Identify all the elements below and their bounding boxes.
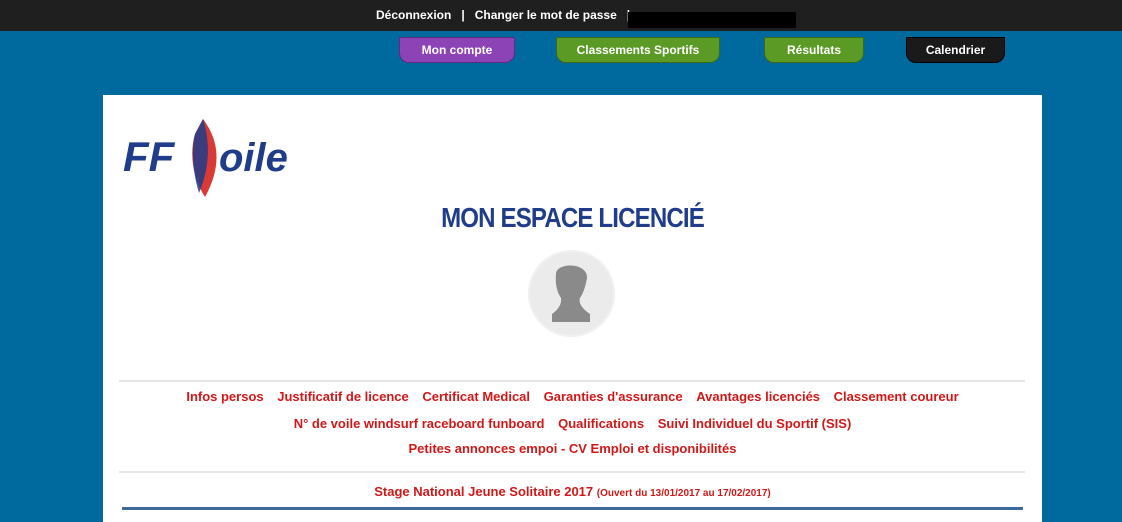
menu-petites-annonces[interactable]: Petites annonces empoi - CV Emploi et di… (409, 441, 737, 456)
separator: | (461, 8, 465, 22)
tab-label: Classements Sportifs (576, 43, 700, 57)
divider (122, 507, 1023, 510)
menu-infos-persos[interactable]: Infos persos (186, 389, 263, 404)
menu-classement-coureur[interactable]: Classement coureur (834, 389, 959, 404)
menu-row: Infos persos Justificatif de licence Cer… (103, 389, 1042, 404)
page-title: MON ESPACE LICENCIÉ (441, 202, 705, 233)
avatar[interactable] (528, 250, 615, 337)
tab-calendrier[interactable]: Calendrier (906, 37, 1005, 63)
tab-mon-compte[interactable]: Mon compte (399, 37, 515, 63)
logout-link[interactable]: Déconnexion (376, 8, 451, 22)
menu-qualifications[interactable]: Qualifications (558, 416, 644, 431)
redacted-user-box (628, 12, 796, 28)
menu-certificat-medical[interactable]: Certificat Medical (422, 389, 530, 404)
menu-numero-voile[interactable]: N° de voile windsurf raceboard funboard (294, 416, 545, 431)
logo-ff-text: FF (123, 133, 176, 180)
menu-row: Petites annonces empoi - CV Emploi et di… (103, 441, 1042, 456)
logo-voile-text: oile (219, 136, 288, 180)
tab-label: Mon compte (421, 43, 493, 57)
menu-avantages-licencies[interactable]: Avantages licenciés (696, 389, 820, 404)
menu-justificatif-licence[interactable]: Justificatif de licence (277, 389, 409, 404)
menu-garanties-assurance[interactable]: Garanties d'assurance (544, 389, 683, 404)
person-silhouette-icon (552, 265, 590, 322)
tab-label: Résultats (786, 43, 842, 57)
stage-dates: (Ouvert du 13/01/2017 au 17/02/2017) (596, 488, 771, 499)
main-panel: FF oile MON ESPACE LICENCIÉ Infos persos… (103, 95, 1042, 522)
tab-resultats[interactable]: Résultats (764, 37, 864, 63)
menu-row: N° de voile windsurf raceboard funboard … (103, 416, 1042, 431)
tab-classements-sportifs[interactable]: Classements Sportifs (556, 37, 720, 63)
top-links: Déconnexion|Changer le mot de passe| (376, 8, 640, 22)
divider (119, 380, 1025, 382)
divider (119, 471, 1025, 473)
ffvoile-logo[interactable]: FF oile (123, 109, 313, 199)
stage-announcement[interactable]: Stage National Jeune Solitaire 2017 (Ouv… (103, 484, 1042, 499)
tab-label: Calendrier (925, 43, 986, 57)
menu-suivi-sportif[interactable]: Suivi Individuel du Sportif (SIS) (658, 416, 852, 431)
stage-title: Stage National Jeune Solitaire 2017 (374, 484, 594, 499)
top-bar: Déconnexion|Changer le mot de passe| (0, 0, 1122, 31)
change-password-link[interactable]: Changer le mot de passe (475, 8, 617, 22)
